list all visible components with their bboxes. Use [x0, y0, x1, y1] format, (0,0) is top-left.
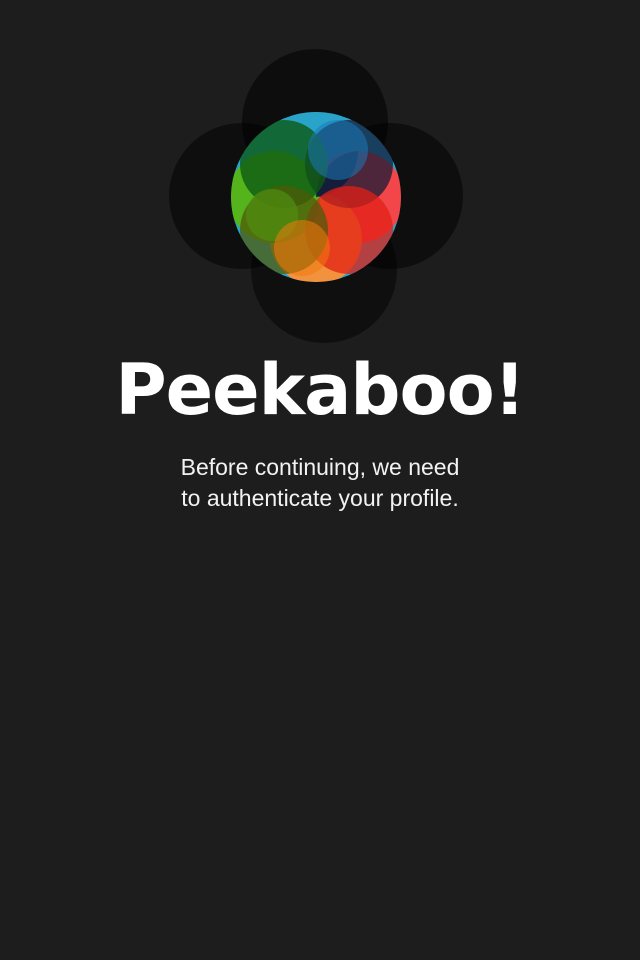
peekaboo-logo-icon [169, 49, 463, 343]
app-title: Peekaboo! [115, 349, 525, 431]
auth-message-line-2: to authenticate your profile. [181, 485, 459, 511]
auth-message-line-1: Before continuing, we need [180, 454, 460, 480]
auth-message: Before continuing, we need to authentica… [0, 452, 640, 514]
auth-screen: Peekaboo! Before continuing, we need to … [0, 0, 640, 960]
